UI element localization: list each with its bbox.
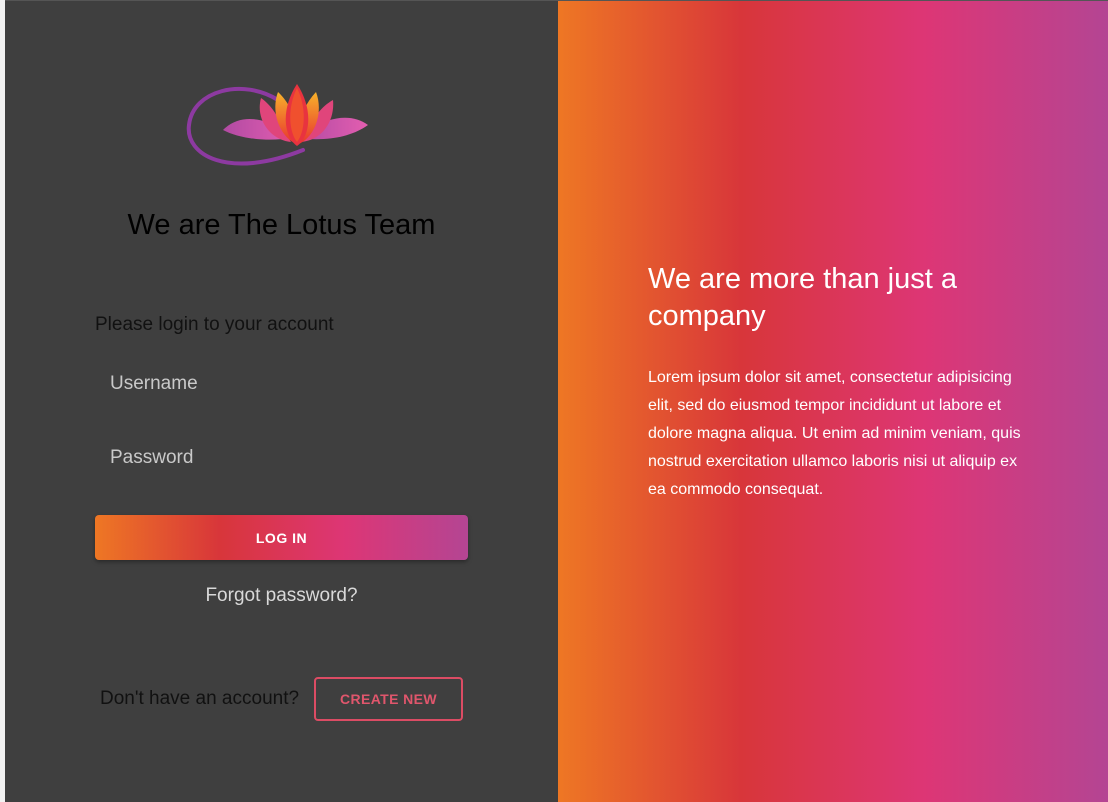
password-input[interactable] xyxy=(95,435,468,481)
signup-prompt: Don't have an account? xyxy=(100,688,300,709)
promo-heading: We are more than just a company xyxy=(648,263,957,332)
forgot-password-link[interactable]: Forgot password? xyxy=(5,583,558,609)
lotus-logo-icon xyxy=(186,84,368,166)
login-button[interactable]: LOG IN xyxy=(95,515,468,560)
create-new-button[interactable]: CREATE NEW xyxy=(314,677,463,721)
promo-text: Lorem ipsum dolor sit amet, consectetur … xyxy=(648,369,1021,498)
login-prompt: Please login to your account xyxy=(95,314,334,335)
login-page: We are The Lotus Team Please login to yo… xyxy=(0,0,1108,802)
brand-title: We are The Lotus Team xyxy=(127,209,436,241)
username-input[interactable] xyxy=(95,361,468,407)
